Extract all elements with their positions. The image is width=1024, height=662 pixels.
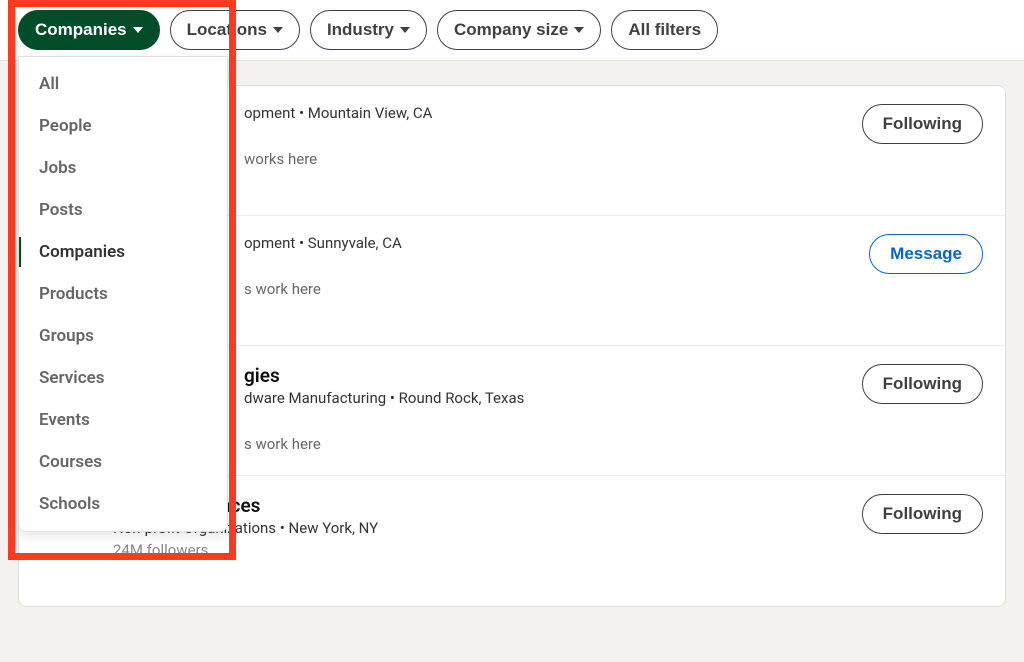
- dropdown-item-posts[interactable]: Posts: [19, 189, 227, 231]
- filter-companies-active[interactable]: Companies: [18, 10, 160, 50]
- dropdown-item-companies[interactable]: Companies: [19, 231, 227, 273]
- caret-down-icon: [273, 27, 283, 33]
- company-meta: opment • Mountain View, CA: [244, 104, 842, 122]
- result-info: opment • Sunnyvale, CA s work here: [129, 234, 849, 298]
- dropdown-item-services[interactable]: Services: [19, 357, 227, 399]
- company-connections: works here: [244, 150, 842, 168]
- action-area: Following: [862, 364, 983, 404]
- filter-label: Industry: [327, 20, 394, 40]
- dropdown-item-schools[interactable]: Schools: [19, 483, 227, 525]
- filter-label: Companies: [35, 20, 127, 40]
- dropdown-item-courses[interactable]: Courses: [19, 441, 227, 483]
- action-area: Message: [869, 234, 983, 274]
- company-followers: 24M followers: [113, 541, 842, 559]
- filter-company-size[interactable]: Company size: [437, 10, 601, 50]
- following-button[interactable]: Following: [862, 364, 983, 404]
- dropdown-item-products[interactable]: Products: [19, 273, 227, 315]
- caret-down-icon: [574, 27, 584, 33]
- filter-label: All filters: [628, 20, 701, 40]
- dropdown-item-people[interactable]: People: [19, 105, 227, 147]
- message-button[interactable]: Message: [869, 234, 983, 274]
- caret-down-icon: [133, 27, 143, 33]
- filter-label: Company size: [454, 20, 568, 40]
- company-connections: s work here: [244, 435, 842, 453]
- filter-bar: Companies Locations Industry Company siz…: [0, 0, 1024, 61]
- dropdown-item-groups[interactable]: Groups: [19, 315, 227, 357]
- caret-down-icon: [400, 27, 410, 33]
- following-button[interactable]: Following: [862, 494, 983, 534]
- company-meta: dware Manufacturing • Round Rock, Texas: [244, 389, 842, 407]
- filter-industry[interactable]: Industry: [310, 10, 427, 50]
- action-area: Following: [862, 494, 983, 534]
- filter-all-filters[interactable]: All filters: [611, 10, 718, 50]
- action-area: Following: [862, 104, 983, 144]
- filter-label: Locations: [187, 20, 267, 40]
- company-meta: opment • Sunnyvale, CA: [244, 234, 849, 252]
- companies-dropdown: All People Jobs Posts Companies Products…: [18, 56, 228, 532]
- following-button[interactable]: Following: [862, 104, 983, 144]
- result-info: opment • Mountain View, CA works here: [129, 104, 842, 168]
- dropdown-item-jobs[interactable]: Jobs: [19, 147, 227, 189]
- dropdown-item-all[interactable]: All: [19, 63, 227, 105]
- company-connections: s work here: [244, 280, 849, 298]
- result-info: gies dware Manufacturing • Round Rock, T…: [129, 364, 842, 453]
- company-name: gies: [244, 364, 842, 387]
- dropdown-item-events[interactable]: Events: [19, 399, 227, 441]
- filter-locations[interactable]: Locations: [170, 10, 300, 50]
